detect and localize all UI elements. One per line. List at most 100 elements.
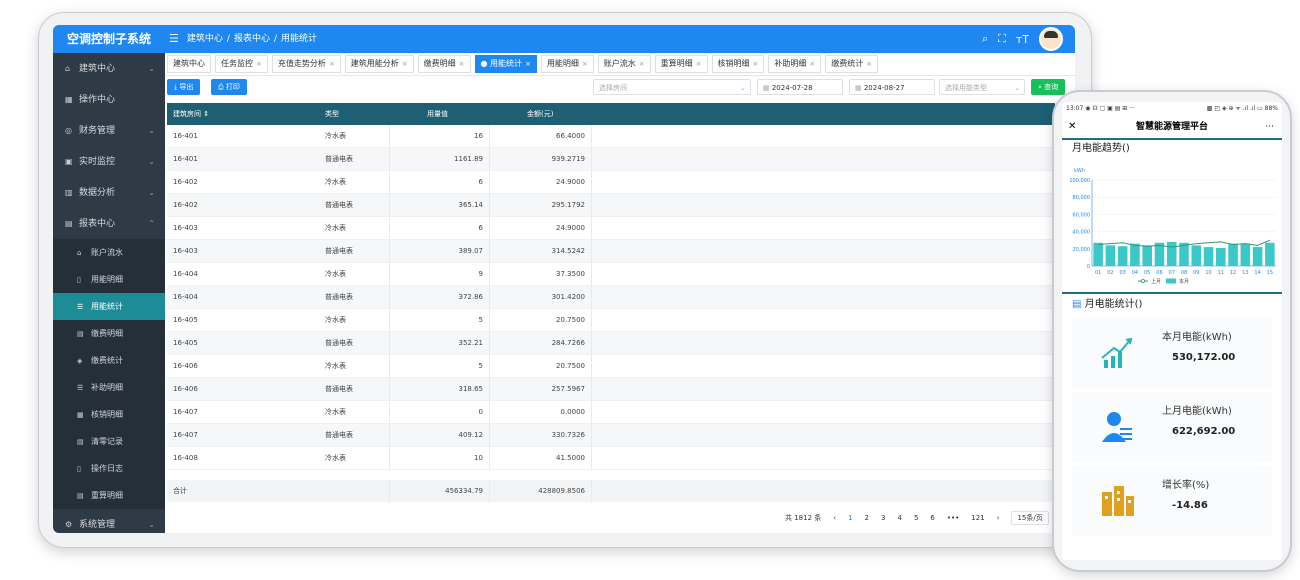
- type-select[interactable]: 选择用能类型 ⌄: [939, 79, 1025, 95]
- query-button[interactable]: ⌕ 查询: [1031, 79, 1066, 95]
- page-number[interactable]: 1: [848, 514, 852, 522]
- sidebar-sub-item[interactable]: ◈ 缴费统计: [53, 347, 165, 374]
- x-tick-label: 03: [1119, 270, 1125, 276]
- close-icon[interactable]: ×: [639, 60, 645, 68]
- menu-toggle-icon[interactable]: ☰: [169, 25, 179, 53]
- sidebar-item-monitor[interactable]: ▣ 实时监控 ⌄: [53, 146, 165, 177]
- tab-item[interactable]: 任务监控 ×: [215, 55, 268, 73]
- stats-icon: ◈: [77, 357, 83, 365]
- list-icon: ☰: [77, 384, 84, 392]
- search-icon[interactable]: ⌕: [982, 32, 988, 46]
- breadcrumb-item: 用能统计: [281, 34, 318, 44]
- table-row[interactable]: 16-403 普通电表 389.07 314.5242: [167, 240, 1055, 263]
- tab-item[interactable]: 建筑用能分析 ×: [344, 55, 414, 73]
- table-cell: 66.4000: [489, 125, 591, 147]
- table-row[interactable]: 16-401 冷水表 16 66.4000: [167, 125, 1055, 148]
- export-button[interactable]: ⤓ 导出: [167, 79, 201, 95]
- tab-item[interactable]: 重算明细 ×: [654, 55, 708, 73]
- print-button[interactable]: ⎙ 打印: [211, 79, 247, 95]
- table-row[interactable]: 16-404 普通电表 372.86 301.4200: [167, 286, 1055, 309]
- sidebar-item-system[interactable]: ⚙ 系统管理 ⌄: [53, 509, 165, 533]
- tab-item[interactable]: 充值走势分析 ×: [271, 55, 341, 73]
- header-room[interactable]: 建筑房间 ⇕: [167, 103, 319, 125]
- file-icon: ▯: [77, 276, 81, 284]
- close-icon[interactable]: ×: [329, 60, 335, 68]
- breadcrumb-item[interactable]: 建筑中心: [187, 25, 223, 53]
- table-cell: 0.0000: [489, 401, 591, 423]
- bar: [1191, 245, 1202, 266]
- table-row[interactable]: 16-404 冷水表 9 37.3500: [167, 263, 1055, 286]
- close-icon[interactable]: ×: [809, 60, 815, 68]
- more-icon[interactable]: ···: [1265, 116, 1274, 138]
- page-number[interactable]: 6: [930, 514, 934, 522]
- close-icon[interactable]: ×: [866, 60, 872, 68]
- sidebar-sub-item-active[interactable]: ☰ 用能统计: [53, 293, 165, 320]
- tab-item[interactable]: 缴费统计 ×: [825, 55, 879, 73]
- start-date-input[interactable]: ▦ 2024-07-28: [757, 79, 843, 95]
- tab-item[interactable]: 缴费明细 ×: [417, 55, 471, 73]
- page-number[interactable]: 4: [897, 514, 901, 522]
- close-icon[interactable]: ×: [525, 60, 531, 68]
- page-number[interactable]: 2: [865, 514, 869, 522]
- table-row[interactable]: 16-407 普通电表 409.12 330.7326: [167, 424, 1055, 447]
- tab-item[interactable]: 用能明细 ×: [540, 55, 594, 73]
- breadcrumb-item[interactable]: 报表中心: [234, 25, 270, 53]
- close-icon[interactable]: ×: [459, 60, 465, 68]
- table-cell: 16-401: [173, 155, 198, 163]
- table-row[interactable]: 16-402 冷水表 6 24.9000: [167, 171, 1055, 194]
- close-icon[interactable]: ×: [753, 60, 759, 68]
- sidebar-sub-item[interactable]: ▯ 用能明细: [53, 266, 165, 293]
- table-cell: 257.5967: [489, 378, 591, 400]
- page-size-select[interactable]: 15条/页: [1011, 511, 1049, 525]
- sidebar-sub-item[interactable]: ⌂ 账户流水: [53, 239, 165, 266]
- table-row[interactable]: 16-407 冷水表 0 0.0000: [167, 401, 1055, 424]
- x-tick-label: 08: [1181, 270, 1187, 276]
- tab-item-active[interactable]: ● 用能统计 ×: [474, 55, 537, 73]
- table-row[interactable]: 16-402 普通电表 365.14 295.1792: [167, 194, 1055, 217]
- tab-item[interactable]: 核销明细 ×: [711, 55, 765, 73]
- trend-chart-svg: kWh 100,000 80,000 60,000 40,000 20,000 0 01 02 0…: [1069, 168, 1276, 285]
- phone-screen: 13:07 ◉ ☊ ▢ ▣ ▤ ⊞ ··· ▩ ◰ ◈ ⊕ ᯤ .ıl .ıl …: [1062, 102, 1282, 560]
- avatar[interactable]: [1039, 27, 1063, 51]
- close-icon[interactable]: ×: [696, 60, 702, 68]
- sidebar-sub-item[interactable]: ▦ 核销明细: [53, 401, 165, 428]
- table-row[interactable]: 16-406 普通电表 318.65 257.5967: [167, 378, 1055, 401]
- tab-item[interactable]: 建筑中心: [167, 55, 211, 73]
- close-icon[interactable]: ✕: [1068, 116, 1076, 138]
- table-row[interactable]: 16-406 冷水表 5 20.7500: [167, 355, 1055, 378]
- table-row[interactable]: 16-403 冷水表 6 24.9000: [167, 217, 1055, 240]
- sidebar-item-analysis[interactable]: ▥ 数据分析 ⌄: [53, 177, 165, 208]
- page-number[interactable]: 5: [914, 514, 918, 522]
- tab-item[interactable]: 补助明细 ×: [768, 55, 822, 73]
- page-number[interactable]: 3: [881, 514, 885, 522]
- sidebar-sub-item[interactable]: ▤ 清零记录: [53, 428, 165, 455]
- page-number[interactable]: 121: [971, 514, 984, 522]
- sidebar-item-report-center[interactable]: ▤ 报表中心 ⌃: [53, 208, 165, 239]
- close-icon[interactable]: ×: [582, 60, 588, 68]
- sidebar-sub-item[interactable]: ▤ 缴费明细: [53, 320, 165, 347]
- fullscreen-icon[interactable]: ⛶: [998, 32, 1006, 46]
- x-tick-label: 11: [1218, 270, 1224, 276]
- table-row[interactable]: 16-408 冷水表 10 41.5000: [167, 447, 1055, 470]
- sidebar-sub-item[interactable]: ▯ 操作日志: [53, 455, 165, 482]
- next-page-button[interactable]: ›: [997, 514, 1000, 522]
- table-row[interactable]: 16-401 普通电表 1161.89 939.2719: [167, 148, 1055, 171]
- font-size-icon[interactable]: ᴛT: [1016, 33, 1029, 46]
- sidebar-item-finance[interactable]: ◎ 财务管理 ⌄: [53, 115, 165, 146]
- sidebar-sub-item[interactable]: ▤ 重算明细: [53, 482, 165, 509]
- close-icon[interactable]: ×: [402, 60, 408, 68]
- table-row[interactable]: 16-405 普通电表 352.21 284.7266: [167, 332, 1055, 355]
- sidebar-item-building-center[interactable]: ⌂ 建筑中心 ⌄: [53, 53, 165, 84]
- bar: [1166, 241, 1177, 266]
- sidebar-item-operation-center[interactable]: ▦ 操作中心: [53, 84, 165, 115]
- table-cell: 冷水表: [325, 316, 346, 324]
- page-ellipsis[interactable]: •••: [947, 514, 959, 522]
- sidebar-sub-item[interactable]: ☰ 补助明细: [53, 374, 165, 401]
- table-body: 16-401 冷水表 16 66.4000 16-401 普通电表 1161.89 939.2…: [167, 125, 1055, 470]
- table-row[interactable]: 16-405 冷水表 5 20.7500: [167, 309, 1055, 332]
- room-select[interactable]: 选择房间 ⌄: [593, 79, 751, 95]
- tab-item[interactable]: 账户流水 ×: [597, 55, 651, 73]
- prev-page-button[interactable]: ‹: [833, 514, 836, 522]
- close-icon[interactable]: ×: [256, 60, 262, 68]
- end-date-input[interactable]: ▦ 2024-08-27: [849, 79, 935, 95]
